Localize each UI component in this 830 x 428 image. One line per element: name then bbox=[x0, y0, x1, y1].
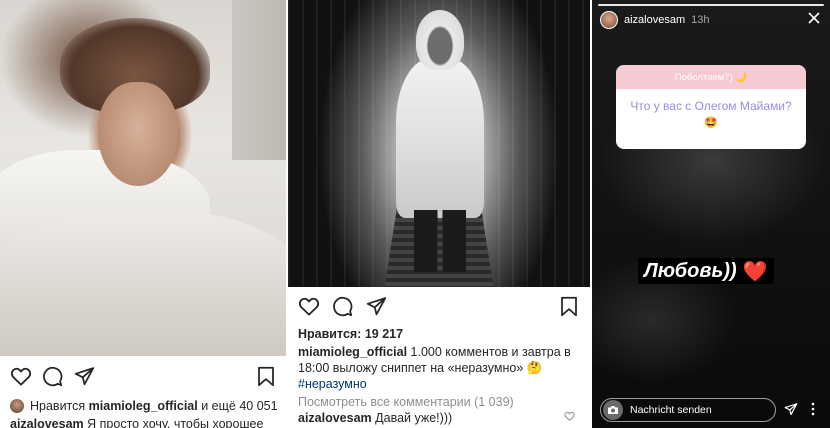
instagram-post-1: Нравится miamioleg_official и ещё 40 051… bbox=[0, 0, 286, 428]
close-icon[interactable] bbox=[808, 12, 820, 24]
background-door bbox=[232, 0, 286, 160]
likes-user-link[interactable]: miamioleg_official bbox=[89, 398, 198, 414]
story-header: aizalovesam 13h bbox=[600, 10, 710, 30]
caption-text-1: 1.000 комментов и завтра в bbox=[410, 345, 571, 359]
camera-icon[interactable] bbox=[603, 400, 623, 420]
message-input[interactable]: Nachricht senden bbox=[600, 398, 776, 422]
caption-text-2: 18:00 выложу сниппет на «неразумно» 🤔 bbox=[298, 361, 543, 375]
answer-caption: Любовь)) ❤️ bbox=[638, 258, 774, 284]
story-timestamp: 13h bbox=[691, 14, 710, 26]
likes-count[interactable]: Нравится: 19 217 bbox=[298, 326, 582, 342]
likes-prefix: Нравится bbox=[30, 399, 86, 413]
caption-line: aizalovesam Я просто хочу, чтобы хорошее bbox=[10, 416, 278, 428]
question-text: Что у вас с Олегом Майами? bbox=[630, 99, 792, 113]
caption-line-1: miamioleg_official 1.000 комментов и зав… bbox=[298, 344, 582, 360]
post-actions-bar bbox=[288, 292, 590, 328]
comment-icon[interactable] bbox=[42, 366, 63, 387]
likes-line: Нравится miamioleg_official и ещё 40 051 bbox=[10, 398, 278, 414]
question-emoji: 🤩 bbox=[704, 117, 718, 129]
story-progress-bar bbox=[598, 4, 824, 6]
heart-icon[interactable] bbox=[298, 296, 320, 316]
caption-text: Я просто хочу, чтобы хорошее bbox=[87, 417, 264, 428]
hashtag-link[interactable]: #неразумно bbox=[298, 376, 582, 392]
comment-text: Давай уже!))) bbox=[375, 411, 453, 425]
photo-blanket bbox=[0, 210, 286, 356]
photo-face bbox=[98, 82, 178, 186]
caption-username[interactable]: aizalovesam bbox=[10, 417, 84, 428]
message-placeholder: Nachricht senden bbox=[630, 404, 712, 416]
photo-legs bbox=[414, 210, 466, 272]
bookmark-icon[interactable] bbox=[560, 296, 578, 317]
caption-username[interactable]: miamioleg_official bbox=[298, 345, 407, 359]
heart-emoji: ❤️ bbox=[742, 260, 768, 283]
post-actions-bar bbox=[0, 362, 286, 398]
question-sticker[interactable]: Поболтаем?) 🌙 Что у вас с Олегом Майами?… bbox=[616, 65, 806, 149]
send-icon[interactable] bbox=[784, 402, 798, 416]
share-icon[interactable] bbox=[366, 296, 387, 316]
instagram-post-2: Нравится: 19 217 miamioleg_official 1.00… bbox=[288, 0, 590, 428]
view-all-comments-link[interactable]: Посмотреть все комментарии (1 039) bbox=[298, 394, 582, 410]
post-photo[interactable] bbox=[0, 0, 286, 356]
answer-text: Любовь)) bbox=[644, 259, 737, 282]
comment-username[interactable]: aizalovesam bbox=[298, 411, 372, 425]
comment-like-heart-icon[interactable] bbox=[564, 411, 575, 421]
instagram-story: aizalovesam 13h Поболтаем?) 🌙 Что у вас … bbox=[592, 0, 830, 428]
likes-suffix[interactable]: и ещё 40 051 bbox=[201, 398, 277, 414]
comment-icon[interactable] bbox=[332, 296, 353, 317]
question-header: Поболтаем?) 🌙 bbox=[616, 65, 806, 89]
share-icon[interactable] bbox=[74, 366, 95, 386]
avatar[interactable] bbox=[600, 11, 618, 29]
story-username[interactable]: aizalovesam bbox=[624, 14, 685, 26]
comment-line: aizalovesam Давай уже!))) bbox=[298, 410, 564, 426]
bookmark-icon[interactable] bbox=[257, 366, 275, 387]
more-icon[interactable] bbox=[806, 402, 820, 416]
photo-hood bbox=[416, 10, 464, 70]
photo-coat bbox=[396, 58, 484, 218]
post-photo[interactable] bbox=[288, 0, 590, 287]
heart-icon[interactable] bbox=[10, 366, 32, 386]
liker-avatar[interactable] bbox=[10, 399, 24, 413]
